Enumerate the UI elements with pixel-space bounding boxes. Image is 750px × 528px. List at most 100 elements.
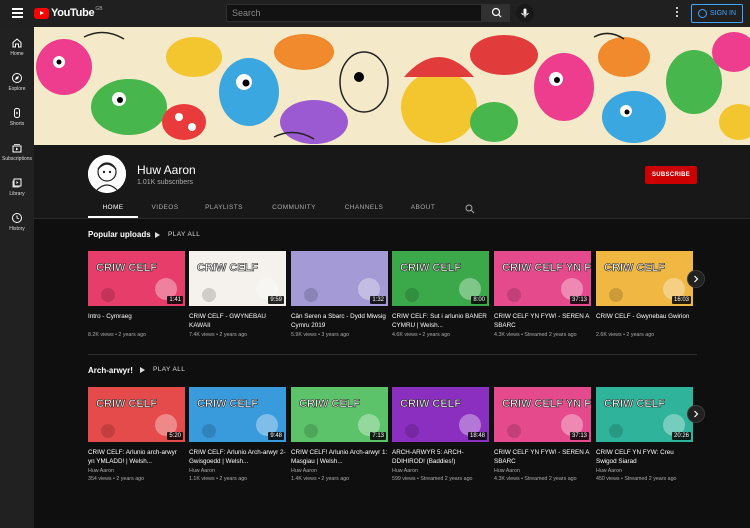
video-card[interactable]: CRIW CELF 8:00 CRIW CELF: Sut i arlunio BA… <box>392 251 489 338</box>
video-duration: 8:00 <box>471 296 487 304</box>
video-meta: 5.9K views • 3 years ago <box>291 332 350 338</box>
video-channel[interactable]: Huw Aaron <box>596 468 693 474</box>
sidebar-label-home: Home <box>10 51 24 57</box>
thumbnail-text: CRIW CELF <box>400 262 461 274</box>
sidebar-item-home[interactable]: Home <box>0 37 34 67</box>
video-thumbnail[interactable]: CRIW CELF 9:59 <box>189 251 286 306</box>
sidebar-item-explore[interactable]: Explore <box>0 72 34 102</box>
play-icon <box>155 231 160 238</box>
sidebar-item-history[interactable]: History <box>0 212 34 242</box>
youtube-play-icon <box>34 7 49 19</box>
shorts-icon <box>14 108 20 118</box>
video-card[interactable]: CRIW CELF 16:03 CRIW CELF - Gwynebau Gwiri… <box>596 251 693 338</box>
top-bar: YouTube GB Search SIGN IN <box>0 0 750 27</box>
video-title[interactable]: CRIW CELF YN FYW! - SEREN A SBARC <box>494 312 591 330</box>
video-title[interactable]: CRIW CELF: Arlunio arch-arwyr yn YMLADD!… <box>88 448 185 466</box>
video-title[interactable]: CRIW CELF: Sut i arlunio BANER CYMRU | W… <box>392 312 489 330</box>
search-button[interactable] <box>482 4 510 22</box>
menu-icon[interactable] <box>12 8 23 18</box>
video-meta: 4.6K views • 2 years ago <box>392 332 451 338</box>
video-title[interactable]: Intro - Cymraeg <box>88 312 185 330</box>
tab-home[interactable]: HOME <box>88 198 138 218</box>
video-card[interactable]: CRIW CELF 9:59 CRIW CELF - GWYNEBAU KAWAII… <box>189 251 286 338</box>
video-title[interactable]: CRIW CELF YN FYW: Creu Swigod Siarad <box>596 448 693 466</box>
channel-banner <box>34 27 750 145</box>
video-meta: 7.4K views • 2 years ago <box>189 332 248 338</box>
video-duration: 37:13 <box>569 432 589 440</box>
video-card[interactable]: CRIW CELF 9:48 CRIW CELF: Arlunio Arch-arw… <box>189 387 286 482</box>
channel-name: Huw Aaron <box>137 163 196 177</box>
thumbnail-text: CRIW CELF <box>400 398 461 410</box>
video-thumbnail[interactable]: CRIW CELF 7:13 <box>291 387 388 442</box>
tab-community[interactable]: COMMUNITY <box>268 198 320 218</box>
tab-about[interactable]: ABOUT <box>404 198 442 218</box>
video-duration: 16:03 <box>671 296 691 304</box>
subscriber-count: 1.01K subscribers <box>137 179 194 186</box>
video-thumbnail[interactable]: CRIW CELF YN FYW! 37:13 <box>494 387 591 442</box>
sidebar-label-history: History <box>9 226 25 232</box>
shelf-divider <box>88 354 697 355</box>
voice-search-button[interactable] <box>516 4 534 22</box>
shelf-next-button[interactable] <box>687 270 705 288</box>
video-thumbnail[interactable]: CRIW CELF 5:20 <box>88 387 185 442</box>
video-channel[interactable]: Huw Aaron <box>291 468 388 474</box>
video-card[interactable]: CRIW CELF YN FYW! 37:13 CRIW CELF YN FYW! … <box>494 387 591 482</box>
search-input[interactable]: Search <box>226 4 482 22</box>
video-duration: 5:20 <box>167 432 183 440</box>
mic-icon <box>521 8 529 18</box>
play-all-button[interactable]: PLAY ALL <box>155 231 200 238</box>
video-duration: 18:48 <box>467 432 487 440</box>
sign-in-label: SIGN IN <box>709 10 737 17</box>
video-thumbnail[interactable]: CRIW CELF 16:03 <box>596 251 693 306</box>
video-channel[interactable]: Huw Aaron <box>392 468 489 474</box>
video-title[interactable]: ARCH-ARWYR 5: ARCH-DDIHIROD! (Baddies!) <box>392 448 489 466</box>
compass-icon <box>12 73 22 83</box>
video-title[interactable]: CRIW CELF: Arlunio Arch-arwyr 2- Gwisgoe… <box>189 448 286 466</box>
sidebar-label-shorts: Shorts <box>9 121 25 127</box>
home-icon <box>12 38 22 48</box>
video-thumbnail[interactable]: CRIW CELF 8:00 <box>392 251 489 306</box>
video-thumbnail[interactable]: CRIW CELF YN FYW! 37:13 <box>494 251 591 306</box>
youtube-logo[interactable]: YouTube GB <box>34 6 103 19</box>
sidebar-item-library[interactable]: Library <box>0 177 34 207</box>
video-card[interactable]: CRIW CELF YN FYW! 37:13 CRIW CELF YN FYW! … <box>494 251 591 338</box>
video-channel[interactable]: Huw Aaron <box>88 468 185 474</box>
video-thumbnail[interactable]: CRIW CELF 9:48 <box>189 387 286 442</box>
video-thumbnail[interactable]: CRIW CELF 20:26 <box>596 387 693 442</box>
subscribe-button[interactable]: SUBSCRIBE <box>645 166 697 184</box>
video-card[interactable]: CRIW CELF 20:26 CRIW CELF YN FYW: Creu Swi… <box>596 387 693 482</box>
video-card[interactable]: CRIW CELF 1:41 Intro - Cymraeg 8.2K views •… <box>88 251 185 338</box>
video-card[interactable]: CRIW CELF 18:48 ARCH-ARWYR 5: ARCH-DDIHIRO… <box>392 387 489 482</box>
tab-videos[interactable]: VIDEOS <box>140 198 190 218</box>
shelf-title-arch-arwyr: Arch-arwyr! <box>88 366 133 375</box>
video-card[interactable]: CRIW CELF 5:20 CRIW CELF: Arlunio arch-arw… <box>88 387 185 482</box>
video-thumbnail[interactable]: 1:32 <box>291 251 388 306</box>
video-title[interactable]: CRIW CELF YN FYW! - SEREN A SBARC <box>494 448 591 466</box>
video-thumbnail[interactable]: CRIW CELF 18:48 <box>392 387 489 442</box>
more-vert-icon[interactable] <box>676 7 679 19</box>
logo-region: GB <box>95 6 103 12</box>
video-thumbnail[interactable]: CRIW CELF 1:41 <box>88 251 185 306</box>
video-card[interactable]: 1:32 Cân Seren a Sbarc - Dydd Miwsig Cymr… <box>291 251 388 338</box>
shelf-next-button[interactable] <box>687 405 705 423</box>
channel-search-button[interactable] <box>463 198 477 218</box>
video-card[interactable]: CRIW CELF 7:13 CRIW CELF! Arlunio Arch-arw… <box>291 387 388 482</box>
video-title[interactable]: CRIW CELF - Gwynebau Gwirion <box>596 312 693 330</box>
video-channel[interactable]: Huw Aaron <box>189 468 286 474</box>
video-title[interactable]: CRIW CELF! Arlunio Arch-arwyr 1: Masgiau… <box>291 448 388 466</box>
tab-channels[interactable]: CHANNELS <box>338 198 390 218</box>
video-meta: 1.4K views • 2 years ago <box>291 476 350 482</box>
video-title[interactable]: CRIW CELF - GWYNEBAU KAWAII <box>189 312 286 330</box>
video-title[interactable]: Cân Seren a Sbarc - Dydd Miwsig Cymru 20… <box>291 312 388 330</box>
sidebar-item-subscriptions[interactable]: Subscriptions <box>0 142 34 172</box>
video-channel[interactable]: Huw Aaron <box>494 468 591 474</box>
play-all-button[interactable]: PLAY ALL <box>140 366 185 373</box>
sidebar-label-library: Library <box>9 191 25 197</box>
tab-playlists[interactable]: PLAYLISTS <box>198 198 250 218</box>
sidebar-label-subscriptions: Subscriptions <box>1 156 32 162</box>
channel-avatar[interactable] <box>88 155 126 193</box>
sign-in-button[interactable]: SIGN IN <box>691 4 743 23</box>
sidebar-label-explore: Explore <box>8 86 26 92</box>
sidebar-item-shorts[interactable]: Shorts <box>0 107 34 137</box>
video-meta: 4.3K views • Streamed 2 years ago <box>494 332 577 338</box>
